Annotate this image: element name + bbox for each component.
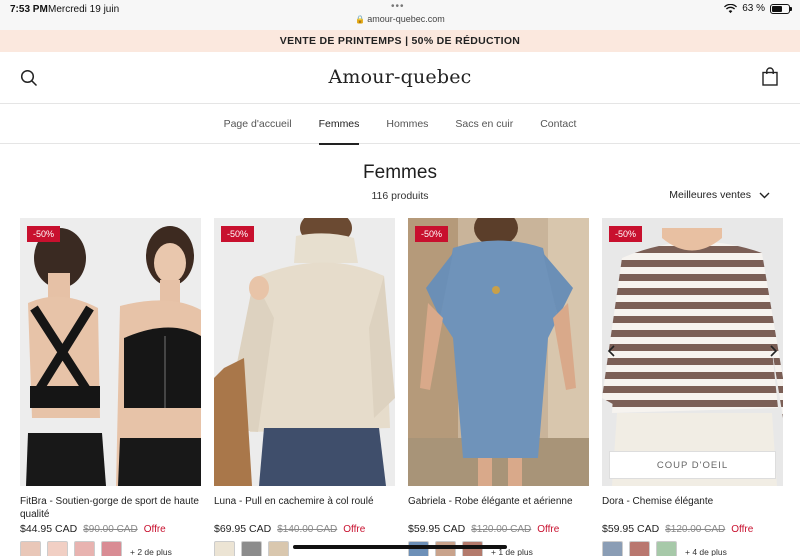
color-swatch[interactable] [74,541,95,556]
discount-badge: -50% [221,226,255,242]
promo-banner[interactable]: VENTE DE PRINTEMPS | 50% DE RÉDUCTION [0,30,800,52]
product-card[interactable]: -50% Gabriela - Robe élégante et aérienn… [408,218,589,556]
battery-icon [770,3,792,14]
quick-view-button[interactable]: COUP D'OEIL [609,451,776,479]
collection-title: Femmes [363,162,437,183]
nav-item-sacs-en-cuir[interactable]: Sacs en cuir [455,104,513,144]
sale-price: $59.95 CAD [602,523,660,535]
product-name[interactable]: FitBra - Soutien-gorge de sport de haute… [20,495,201,521]
discount-badge: -50% [27,226,61,242]
offer-label: Offre [537,524,560,535]
product-prices: $69.95 CAD $140.00 CAD Offre [214,523,395,535]
more-colors-link[interactable]: + 4 de plus [685,547,727,556]
sort-label: Meilleures ventes [669,189,751,201]
sale-price: $44.95 CAD [20,523,78,535]
battery-fill [772,5,783,12]
offer-label: Offre [143,524,166,535]
color-swatch[interactable] [20,541,41,556]
nav-item-home[interactable]: Page d'accueil [224,104,292,144]
product-image[interactable]: -50% [408,218,589,486]
original-price: $120.00 CAD [471,524,532,535]
product-photo-cashmere-sweater [214,218,395,486]
url-text: amour-quebec.com [367,14,445,24]
color-swatches: + 2 de plus [20,541,201,556]
status-bar: 7:53 PM Mercredi 19 juin ••• 🔒 amour-queb… [0,0,800,30]
original-price: $140.00 CAD [277,524,338,535]
lock-icon: 🔒 [355,15,366,24]
offer-label: Offre [731,524,754,535]
color-swatch[interactable] [602,541,623,556]
chevron-down-icon [759,192,770,198]
product-photo-blue-dress [408,218,589,486]
offer-label: Offre [343,524,366,535]
site-logo[interactable]: Amour-quebec [0,66,800,88]
product-image[interactable]: -50% [20,218,201,486]
product-card[interactable]: -50% FitBra - Soutien-gorge de sport de … [20,218,201,556]
address-bar[interactable]: 🔒 amour-quebec.com [0,14,800,24]
nav-item-femmes[interactable]: Femmes [318,104,359,145]
chevron-right-icon[interactable] [765,342,781,360]
product-prices: $59.95 CAD $120.00 CAD Offre [602,523,783,535]
product-name[interactable]: Luna - Pull en cachemire à col roulé [214,495,395,521]
status-indicators: 63 % [724,3,792,14]
color-swatch[interactable] [47,541,68,556]
color-swatch[interactable] [241,541,262,556]
chevron-left-icon[interactable] [604,342,620,360]
wifi-icon [724,3,738,13]
original-price: $90.00 CAD [83,524,138,535]
product-photo-striped-shirt [602,218,783,486]
discount-badge: -50% [415,226,449,242]
sale-price: $69.95 CAD [214,523,272,535]
product-image[interactable]: -50% COUP D'OEIL [602,218,783,486]
sale-price: $59.95 CAD [408,523,466,535]
nav-item-contact[interactable]: Contact [540,104,576,144]
discount-badge: -50% [609,226,643,242]
sort-dropdown[interactable]: Meilleures ventes [669,189,770,201]
more-colors-link[interactable]: + 2 de plus [130,547,172,556]
home-indicator[interactable] [293,545,507,549]
color-swatch[interactable] [101,541,122,556]
shopping-bag-icon[interactable] [762,67,778,86]
color-swatches: + 4 de plus [602,541,783,556]
color-swatch[interactable] [214,541,235,556]
product-photo-sports-bra [20,218,201,486]
product-prices: $59.95 CAD $120.00 CAD Offre [408,523,589,535]
product-image[interactable]: -50% [214,218,395,486]
product-card[interactable]: -50% Luna - Pull en cachemire à col roul… [214,218,395,556]
battery-percent: 63 % [742,3,765,14]
nav-item-hommes[interactable]: Hommes [386,104,428,144]
color-swatch[interactable] [656,541,677,556]
product-grid: -50% FitBra - Soutien-gorge de sport de … [20,218,783,556]
product-name[interactable]: Gabriela - Robe élégante et aérienne [408,495,589,521]
color-swatch[interactable] [268,541,289,556]
site-header: Amour-quebec [0,52,800,104]
color-swatch[interactable] [629,541,650,556]
more-dots-icon[interactable]: ••• [391,1,405,12]
original-price: $120.00 CAD [665,524,726,535]
main-nav: Page d'accueil Femmes Hommes Sacs en cui… [0,104,800,145]
product-prices: $44.95 CAD $90.00 CAD Offre [20,523,201,535]
product-name[interactable]: Dora - Chemise élégante [602,495,783,521]
product-card[interactable]: -50% COUP D'OEIL Dora - Chemise élégante… [602,218,783,556]
